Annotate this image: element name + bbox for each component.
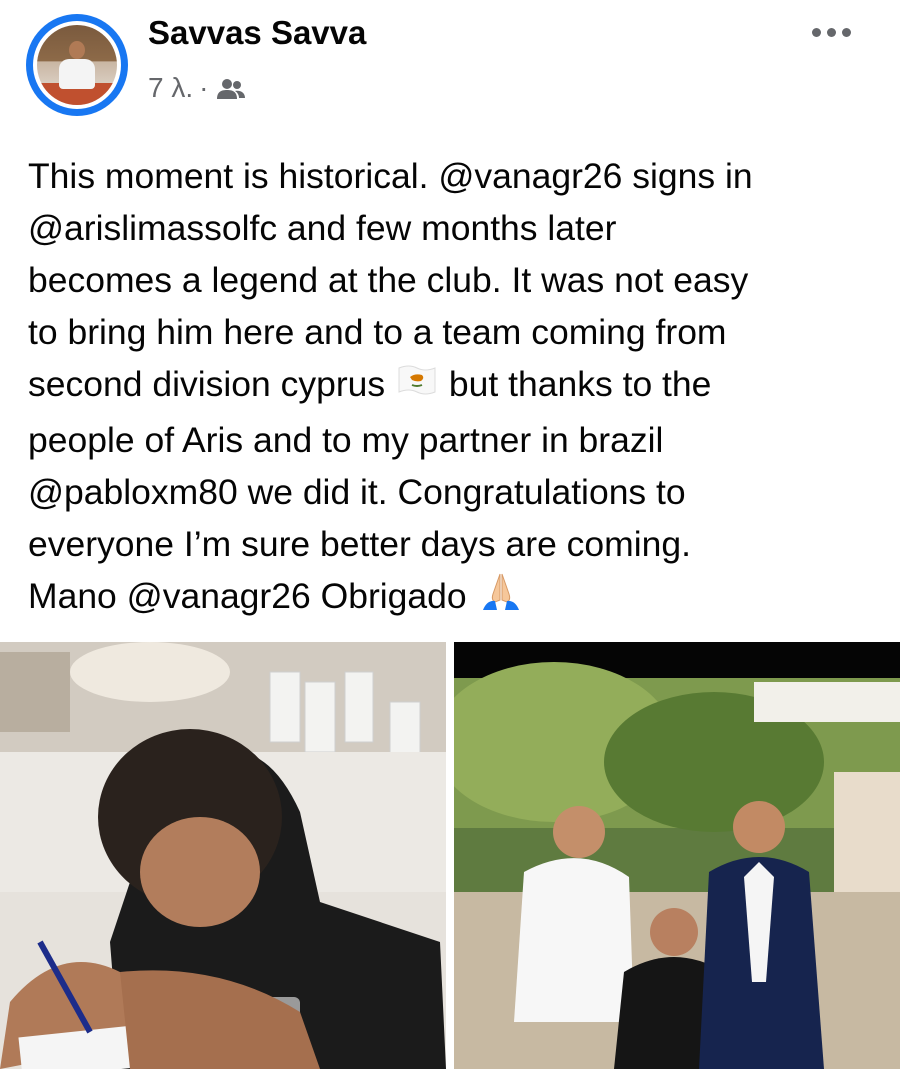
- meta-separator: ·: [199, 72, 209, 103]
- text-line: everyone I’m sure better days are coming…: [28, 523, 691, 564]
- more-options-icon[interactable]: [812, 22, 856, 42]
- post-time[interactable]: 7 λ.: [148, 72, 193, 104]
- text-line-with-flag: second division cyprus but thanks to the: [28, 358, 878, 414]
- text-line: becomes a legend at the club. It was not…: [28, 260, 749, 300]
- text-line: to bring him here and to a team coming f…: [28, 312, 727, 352]
- text-line: @pabloxm80 we did it. Congratulations to: [28, 471, 686, 512]
- cyprus-flag-icon: [395, 360, 439, 414]
- friends-icon[interactable]: [216, 76, 246, 100]
- post-meta: 7 λ. ·: [148, 70, 246, 106]
- text-line: people of Aris and to my partner in braz…: [28, 419, 664, 460]
- photo-group-three-men[interactable]: [454, 642, 900, 1069]
- avatar-image: [37, 25, 117, 105]
- text-line: This moment is historical. @vanagr26 sig…: [28, 156, 753, 196]
- post-header: Savvas Savva 7 λ. ·: [0, 0, 900, 120]
- text-segment: but thanks to the: [448, 364, 712, 404]
- photo-signing-contract[interactable]: [0, 642, 446, 1069]
- text-segment: Mano @vanagr26 Obrigado: [28, 575, 467, 616]
- photo-grid: [0, 642, 900, 1069]
- text-line-with-emoji: Mano @vanagr26 Obrigado: [28, 570, 878, 627]
- post-text: This moment is historical. @vanagr26 sig…: [28, 150, 878, 626]
- avatar[interactable]: [33, 21, 121, 109]
- author-name[interactable]: Savvas Savva: [148, 14, 366, 52]
- text-line: @arislimassolfc and few months later: [28, 208, 617, 248]
- text-segment: second division cyprus: [28, 364, 386, 404]
- praying-hands-icon: [477, 570, 525, 626]
